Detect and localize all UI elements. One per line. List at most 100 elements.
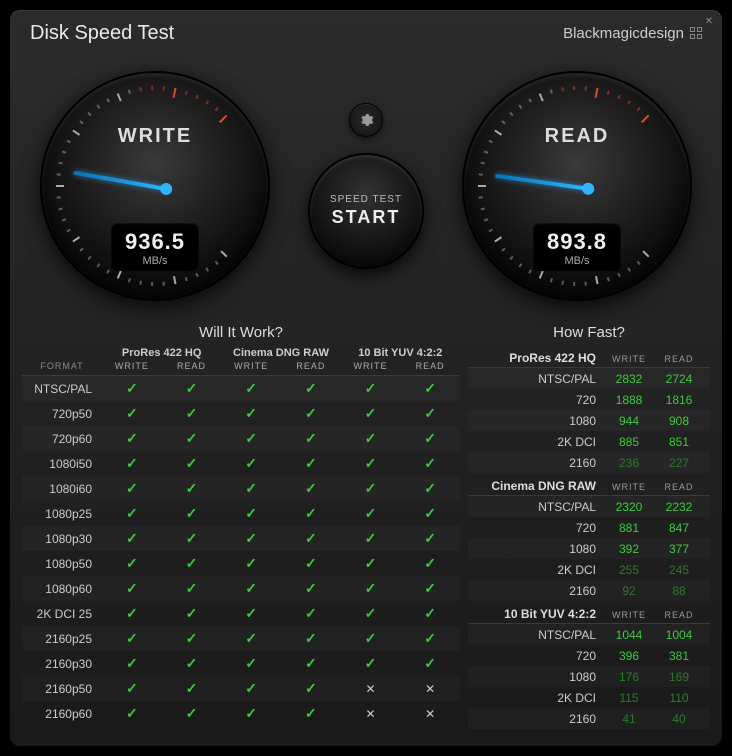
format-label: 2160 — [474, 712, 604, 726]
check-icon: ✓ — [162, 455, 222, 472]
read-value: 1816 — [654, 393, 704, 407]
check-icon: ✓ — [281, 680, 341, 697]
format-label: 2160p50 — [22, 682, 102, 696]
how-fast-sections: ProRes 422 HQ WRITE READNTSC/PAL 2832 27… — [468, 347, 710, 729]
check-icon: ✓ — [162, 405, 222, 422]
sub-write: WRITE — [221, 361, 281, 371]
check-icon: ✓ — [341, 505, 401, 522]
start-button[interactable]: SPEED TEST START — [308, 153, 424, 269]
settings-button[interactable] — [349, 103, 383, 137]
codec-name: 10 Bit YUV 4:2:2 — [474, 607, 604, 621]
read-value: 2232 — [654, 500, 704, 514]
write-value: 176 — [604, 670, 654, 684]
table-row: 720 396 381 — [468, 645, 710, 666]
table-row: 1080p50✓✓✓✓✓✓ — [22, 551, 460, 576]
table-row: 2160 92 88 — [468, 580, 710, 601]
format-label: 1080i60 — [22, 482, 102, 496]
format-label: 1080 — [474, 414, 604, 428]
check-icon: ✓ — [281, 430, 341, 447]
read-value: 227 — [654, 456, 704, 470]
check-icon: ✓ — [281, 655, 341, 672]
table-row: 2K DCI 115 110 — [468, 687, 710, 708]
will-it-work-title: Will It Work? — [22, 316, 460, 347]
check-icon: ✓ — [341, 530, 401, 547]
check-icon: ✓ — [221, 405, 281, 422]
table-row: 1080p30✓✓✓✓✓✓ — [22, 526, 460, 551]
write-value: 881 — [604, 521, 654, 535]
check-icon: ✓ — [281, 480, 341, 497]
check-icon: ✓ — [221, 655, 281, 672]
check-icon: ✓ — [221, 555, 281, 572]
write-gauge: WRITE 936.5 MB/s — [40, 71, 270, 301]
check-icon: ✓ — [400, 430, 460, 447]
check-icon: ✓ — [221, 580, 281, 597]
format-label: 720p60 — [22, 432, 102, 446]
how-fast-panel: How Fast? ProRes 422 HQ WRITE READNTSC/P… — [468, 316, 710, 731]
check-icon: ✓ — [221, 430, 281, 447]
format-label: 1080i50 — [22, 457, 102, 471]
check-icon: ✓ — [162, 480, 222, 497]
format-label: 2K DCI — [474, 435, 604, 449]
check-icon: ✓ — [221, 680, 281, 697]
check-icon: ✓ — [221, 630, 281, 647]
x-icon: ✕ — [341, 682, 401, 696]
check-icon: ✓ — [341, 555, 401, 572]
check-icon: ✓ — [400, 405, 460, 422]
check-icon: ✓ — [341, 380, 401, 397]
table-row: 1080 176 169 — [468, 666, 710, 687]
section-header: 10 Bit YUV 4:2:2 WRITE READ — [468, 603, 710, 624]
check-icon: ✓ — [400, 655, 460, 672]
check-icon: ✓ — [162, 580, 222, 597]
table-row: 720p50✓✓✓✓✓✓ — [22, 401, 460, 426]
format-label: 2160p30 — [22, 657, 102, 671]
check-icon: ✓ — [400, 605, 460, 622]
read-value: 851 — [654, 435, 704, 449]
format-label: 2160p60 — [22, 707, 102, 721]
check-icon: ✓ — [221, 455, 281, 472]
read-value: 908 — [654, 414, 704, 428]
check-icon: ✓ — [102, 505, 162, 522]
check-icon: ✓ — [400, 480, 460, 497]
check-icon: ✓ — [102, 655, 162, 672]
table-row: 2K DCI 255 245 — [468, 559, 710, 580]
table-row: 1080p60✓✓✓✓✓✓ — [22, 576, 460, 601]
start-subtext: SPEED TEST — [330, 194, 402, 205]
table-row: NTSC/PAL 1044 1004 — [468, 624, 710, 645]
check-icon: ✓ — [162, 530, 222, 547]
close-icon[interactable]: ✕ — [702, 14, 716, 28]
check-icon: ✓ — [341, 405, 401, 422]
check-icon: ✓ — [400, 505, 460, 522]
check-icon: ✓ — [341, 605, 401, 622]
check-icon: ✓ — [102, 380, 162, 397]
check-icon: ✓ — [221, 530, 281, 547]
check-icon: ✓ — [281, 505, 341, 522]
app-title: Disk Speed Test — [30, 22, 174, 45]
format-label: 720 — [474, 521, 604, 535]
check-icon: ✓ — [400, 580, 460, 597]
table-row: 720 881 847 — [468, 517, 710, 538]
write-value: 41 — [604, 712, 654, 726]
read-value: 169 — [654, 670, 704, 684]
codec-name: ProRes 422 HQ — [474, 351, 604, 365]
check-icon: ✓ — [162, 680, 222, 697]
write-value: 885 — [604, 435, 654, 449]
format-label: 2160 — [474, 584, 604, 598]
col-read: READ — [654, 610, 704, 620]
check-icon: ✓ — [281, 630, 341, 647]
write-readout: 936.5 MB/s — [111, 223, 199, 271]
read-unit: MB/s — [547, 255, 607, 267]
format-label: 1080p25 — [22, 507, 102, 521]
read-value: 893.8 — [547, 229, 607, 255]
check-icon: ✓ — [102, 605, 162, 622]
format-label: 1080 — [474, 542, 604, 556]
table-row: 2160p25✓✓✓✓✓✓ — [22, 626, 460, 651]
x-icon: ✕ — [341, 707, 401, 721]
write-value: 255 — [604, 563, 654, 577]
table-row: 720 1888 1816 — [468, 389, 710, 410]
read-gauge: READ 893.8 MB/s — [462, 71, 692, 301]
will-it-work-rows: NTSC/PAL✓✓✓✓✓✓720p50✓✓✓✓✓✓720p60✓✓✓✓✓✓10… — [22, 376, 460, 726]
check-icon: ✓ — [162, 705, 222, 722]
format-label: 2160 — [474, 456, 604, 470]
will-it-work-panel: Will It Work? FORMAT ProRes 422 HQWRITER… — [22, 316, 460, 731]
col-read: READ — [654, 482, 704, 492]
